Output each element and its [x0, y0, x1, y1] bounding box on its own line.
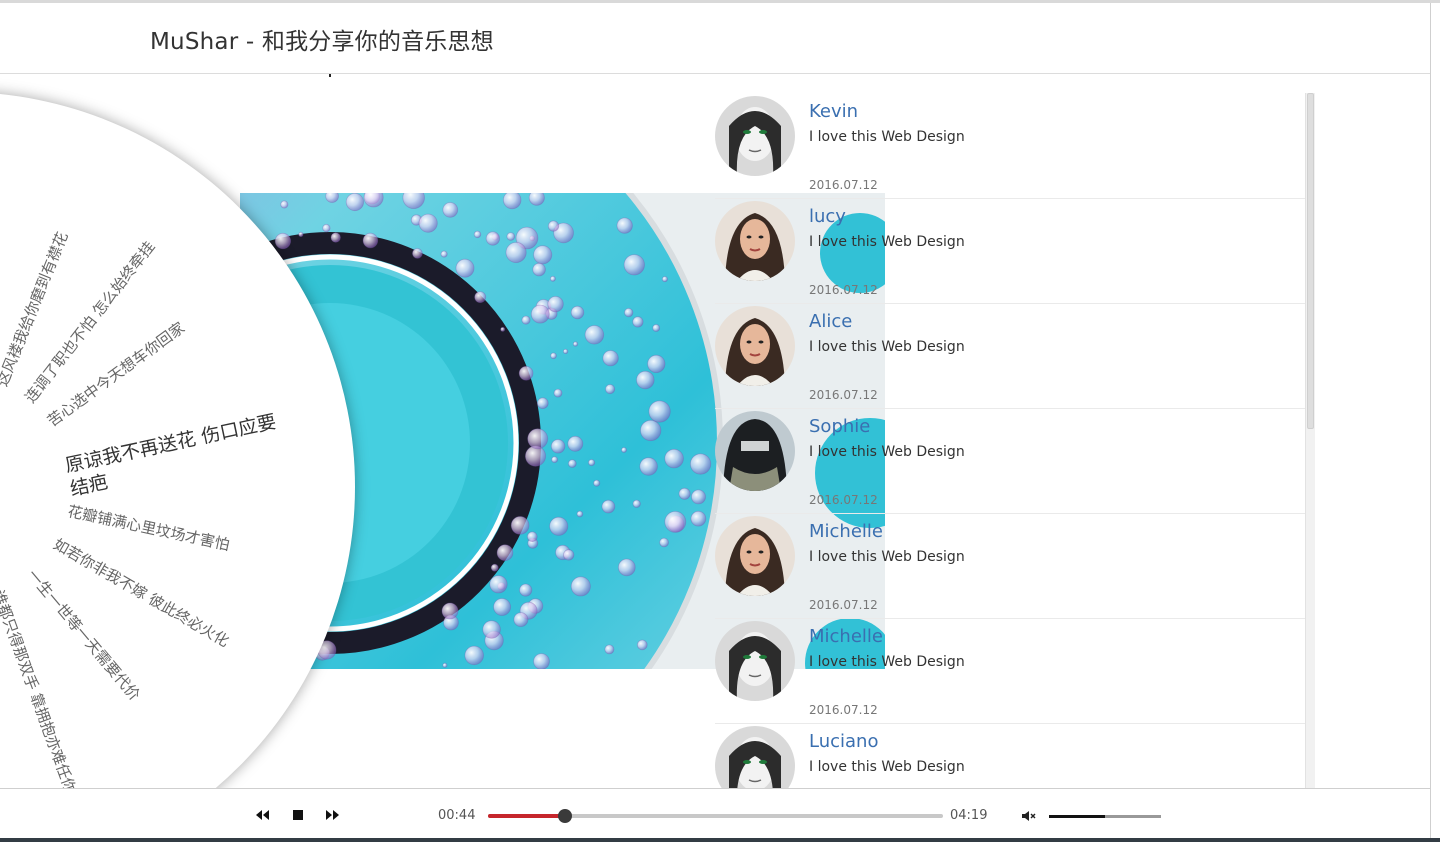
progress-bar[interactable]	[488, 809, 943, 823]
comment-list[interactable]: Kevin I love this Web Design 2016.07.12 luc…	[715, 94, 1305, 788]
avatar[interactable]	[715, 96, 795, 176]
comment-item: Kevin I love this Web Design 2016.07.12	[715, 94, 1305, 199]
comment-author[interactable]: Luciano	[809, 731, 878, 752]
window-bottom-border	[0, 838, 1440, 842]
comment-date: 2016.07.12	[809, 493, 878, 507]
comment-author[interactable]: Michelle	[809, 521, 883, 542]
comment-author[interactable]: Kevin	[809, 101, 858, 122]
next-icon[interactable]	[323, 807, 341, 823]
comment-date: 2016.07.12	[809, 703, 878, 717]
comment-item: LucianoI love this Web Design2016.07.12	[715, 724, 1305, 788]
avatar[interactable]	[715, 411, 795, 491]
comment-text: I love this Web Design	[809, 444, 965, 460]
volume-slider[interactable]	[1049, 815, 1161, 818]
comment-date: 2016.07.12	[809, 283, 878, 297]
comment-author[interactable]: Sophie	[809, 416, 870, 437]
lyric-line: 花瓣铺满心里坟场才害怕	[65, 502, 231, 554]
comment-text: I love this Web Design	[809, 549, 965, 565]
avatar[interactable]	[715, 726, 795, 788]
previous-icon[interactable]	[254, 807, 272, 823]
comment-text: I love this Web Design	[809, 339, 965, 355]
comment-item: lucy I love this Web Design 2016.07.12	[715, 199, 1305, 304]
avatar[interactable]	[715, 516, 795, 596]
comment-date: 2016.07.12	[809, 388, 878, 402]
comment-item: Alice I love this Web Design 2016.07.12	[715, 304, 1305, 409]
comment-text: I love this Web Design	[809, 234, 965, 250]
stop-icon[interactable]	[289, 807, 307, 823]
comment-author[interactable]: Michelle	[809, 626, 883, 647]
window-right-border	[1430, 3, 1431, 838]
comment-text: I love this Web Design	[809, 654, 965, 670]
current-time: 00:44	[438, 808, 476, 823]
comment-date: 2016.07.12	[809, 178, 878, 192]
progress-fill	[488, 814, 566, 818]
comment-author[interactable]: Alice	[809, 311, 852, 332]
lyric-line-current: 原谅我不再送花 伤口应要结疤	[62, 410, 278, 501]
comment-text: I love this Web Design	[809, 129, 965, 145]
total-time: 04:19	[950, 808, 988, 823]
music-player: 00:44 04:19	[0, 788, 1430, 839]
comment-item: Michelle I love this Web Design 2016.07.12	[715, 514, 1305, 619]
volume-level	[1049, 815, 1105, 818]
app-header: MuShar - 和我分享你的音乐思想	[0, 3, 1430, 77]
avatar[interactable]	[715, 306, 795, 386]
avatar[interactable]	[715, 201, 795, 281]
comment-author[interactable]: lucy	[809, 206, 846, 227]
scrollbar-thumb[interactable]	[1307, 93, 1314, 429]
main-area: 拦路雨偏似雪花 饮泣的你冻吗这风褛我给你磨到有襟花连调了职也不怕 怎么始终牵挂苦…	[0, 74, 1430, 788]
comment-item: Sophie I love this Web Design 2016.07.12	[715, 409, 1305, 514]
comment-text: I love this Web Design	[809, 759, 965, 775]
speaker-mute-icon[interactable]	[1020, 808, 1038, 824]
progress-knob[interactable]	[558, 809, 573, 823]
comment-date: 2016.07.12	[809, 598, 878, 612]
page-title: MuShar - 和我分享你的音乐思想	[150, 29, 494, 55]
comment-scrollbar[interactable]	[1305, 93, 1315, 788]
avatar[interactable]	[715, 621, 795, 701]
comment-item: Michelle I love this Web Design 2016.07.12	[715, 619, 1305, 724]
